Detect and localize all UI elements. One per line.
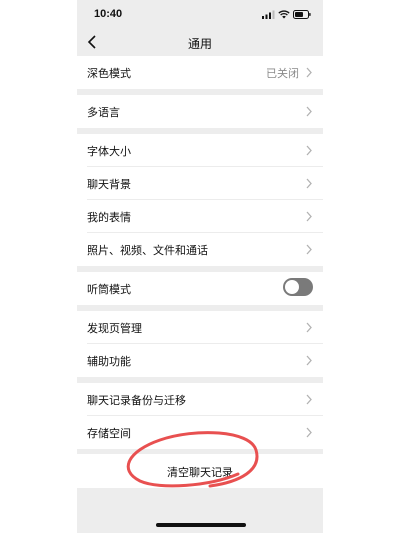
row-label: 多语言 bbox=[87, 106, 120, 119]
nav-bar: 通用 bbox=[77, 30, 323, 56]
row-label: 聊天记录备份与迁移 bbox=[87, 394, 186, 407]
row-language[interactable]: 多语言 bbox=[77, 95, 323, 128]
row-discover-management[interactable]: 发现页管理 bbox=[77, 311, 323, 344]
chevron-right-icon bbox=[306, 106, 312, 117]
chevron-right-icon bbox=[306, 211, 312, 222]
row-chat-backup-migration[interactable]: 聊天记录备份与迁移 bbox=[77, 383, 323, 416]
home-indicator bbox=[156, 523, 246, 527]
row-label: 我的表情 bbox=[87, 211, 131, 224]
row-my-stickers[interactable]: 我的表情 bbox=[77, 200, 323, 233]
row-label: 听筒模式 bbox=[87, 283, 131, 296]
row-accessibility[interactable]: 辅助功能 bbox=[77, 344, 323, 377]
toggle-knob bbox=[285, 280, 299, 294]
row-label: 字体大小 bbox=[87, 145, 131, 158]
row-storage[interactable]: 存储空间 bbox=[77, 416, 323, 449]
row-label: 深色模式 bbox=[87, 67, 131, 80]
signal-icon bbox=[262, 10, 275, 19]
chevron-right-icon bbox=[306, 427, 312, 438]
row-value: 已关闭 bbox=[266, 67, 299, 80]
row-font-size[interactable]: 字体大小 bbox=[77, 134, 323, 167]
row-label: 存储空间 bbox=[87, 427, 131, 440]
page-title: 通用 bbox=[187, 37, 212, 51]
row-label: 照片、视频、文件和通话 bbox=[87, 244, 208, 257]
row-media-files-calls[interactable]: 照片、视频、文件和通话 bbox=[77, 233, 323, 266]
chevron-right-icon bbox=[306, 355, 312, 366]
status-time: 10:40 bbox=[94, 8, 123, 20]
wifi-icon bbox=[278, 10, 290, 19]
clear-chat-history-button[interactable]: 清空聊天记录 bbox=[77, 454, 323, 488]
chevron-right-icon bbox=[306, 244, 312, 255]
chevron-right-icon bbox=[306, 67, 312, 78]
row-label: 聊天背景 bbox=[87, 178, 131, 191]
chevron-right-icon bbox=[306, 394, 312, 405]
phone-screen: 10:40 通用 深色模式 已关闭 多语言 字体大小 聊天背景 我的表情 照片、… bbox=[77, 0, 323, 533]
clear-chat-history-label: 清空聊天记录 bbox=[167, 466, 233, 479]
chevron-right-icon bbox=[306, 322, 312, 333]
row-earpiece-mode: 听筒模式 bbox=[77, 272, 323, 305]
status-icons bbox=[262, 10, 311, 19]
row-label: 发现页管理 bbox=[87, 322, 142, 335]
status-bar: 10:40 bbox=[77, 0, 323, 30]
row-chat-background[interactable]: 聊天背景 bbox=[77, 167, 323, 200]
row-dark-mode[interactable]: 深色模式 已关闭 bbox=[77, 56, 323, 89]
earpiece-mode-toggle[interactable] bbox=[283, 278, 313, 296]
chevron-right-icon bbox=[306, 145, 312, 156]
chevron-right-icon bbox=[306, 178, 312, 189]
row-label: 辅助功能 bbox=[87, 355, 131, 368]
battery-icon bbox=[293, 10, 311, 19]
